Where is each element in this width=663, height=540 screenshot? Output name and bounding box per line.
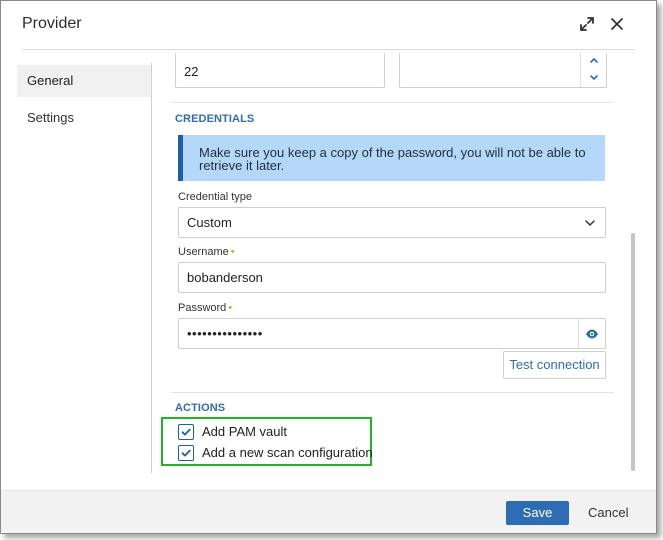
nav-divider: [151, 63, 152, 473]
port-value: 22: [184, 64, 199, 79]
username-field[interactable]: bobanderson: [178, 262, 606, 293]
required-marker: •: [228, 302, 233, 314]
info-banner: Make sure you keep a copy of the passwor…: [178, 135, 605, 181]
credential-type-select[interactable]: Custom: [178, 207, 606, 238]
number-stepper: [580, 53, 606, 87]
show-password-button[interactable]: [578, 319, 605, 348]
expand-icon: [580, 17, 594, 31]
stepper-down-button[interactable]: [581, 69, 606, 87]
dialog-title: Provider: [22, 15, 82, 32]
username-value: bobanderson: [187, 270, 263, 285]
credentials-section-title: CREDENTIALS: [175, 113, 255, 125]
header-divider: [22, 49, 635, 50]
provider-dialog: Provider General Settings 22 CREDENTIALS…: [0, 0, 657, 534]
nav-item-settings[interactable]: Settings: [17, 102, 152, 134]
credential-type-label: Credential type: [178, 191, 252, 203]
close-icon: [611, 18, 623, 30]
username-label: Username •: [178, 246, 235, 258]
stepper-up-button[interactable]: [581, 53, 606, 69]
number-input[interactable]: [399, 53, 607, 88]
chevron-down-icon: [589, 75, 598, 81]
info-message: Make sure you keep a copy of the passwor…: [199, 145, 586, 173]
checkbox[interactable]: [178, 444, 194, 461]
cancel-button[interactable]: Cancel: [588, 501, 628, 525]
vertical-scrollbar[interactable]: [631, 233, 635, 471]
password-value: •••••••••••••••: [187, 326, 263, 341]
username-label-text: Username: [178, 246, 229, 258]
check-icon: [181, 449, 191, 456]
nav-item-general[interactable]: General: [17, 65, 152, 97]
checkbox-label: Add PAM vault: [202, 424, 288, 439]
eye-icon: [586, 329, 598, 338]
add-pam-vault-checkbox[interactable]: Add PAM vault: [178, 423, 287, 440]
test-connection-button[interactable]: Test connection: [503, 351, 606, 379]
section-divider: [171, 102, 614, 103]
credential-type-value: Custom: [187, 215, 232, 230]
add-scan-configuration-checkbox[interactable]: Add a new scan configuration: [178, 444, 373, 461]
sidebar-nav: General Settings: [17, 65, 152, 134]
checkbox[interactable]: [178, 423, 194, 440]
save-button[interactable]: Save: [506, 501, 569, 525]
password-field[interactable]: •••••••••••••••: [178, 318, 606, 349]
chevron-up-icon: [589, 57, 598, 63]
dialog-footer: Save Cancel: [1, 490, 656, 533]
check-icon: [181, 428, 191, 435]
chevron-down-icon: [585, 220, 595, 227]
port-input[interactable]: 22: [175, 53, 385, 88]
close-button[interactable]: [608, 15, 626, 33]
actions-section-title: ACTIONS: [175, 402, 226, 414]
section-divider: [171, 392, 614, 393]
checkbox-label: Add a new scan configuration: [202, 445, 373, 460]
password-label: Password •: [178, 302, 232, 314]
password-label-text: Password: [178, 302, 227, 314]
required-marker: •: [230, 246, 235, 258]
expand-button[interactable]: [578, 15, 596, 33]
form-content: 22 CREDENTIALS Make sure you keep a copy…: [161, 53, 621, 481]
